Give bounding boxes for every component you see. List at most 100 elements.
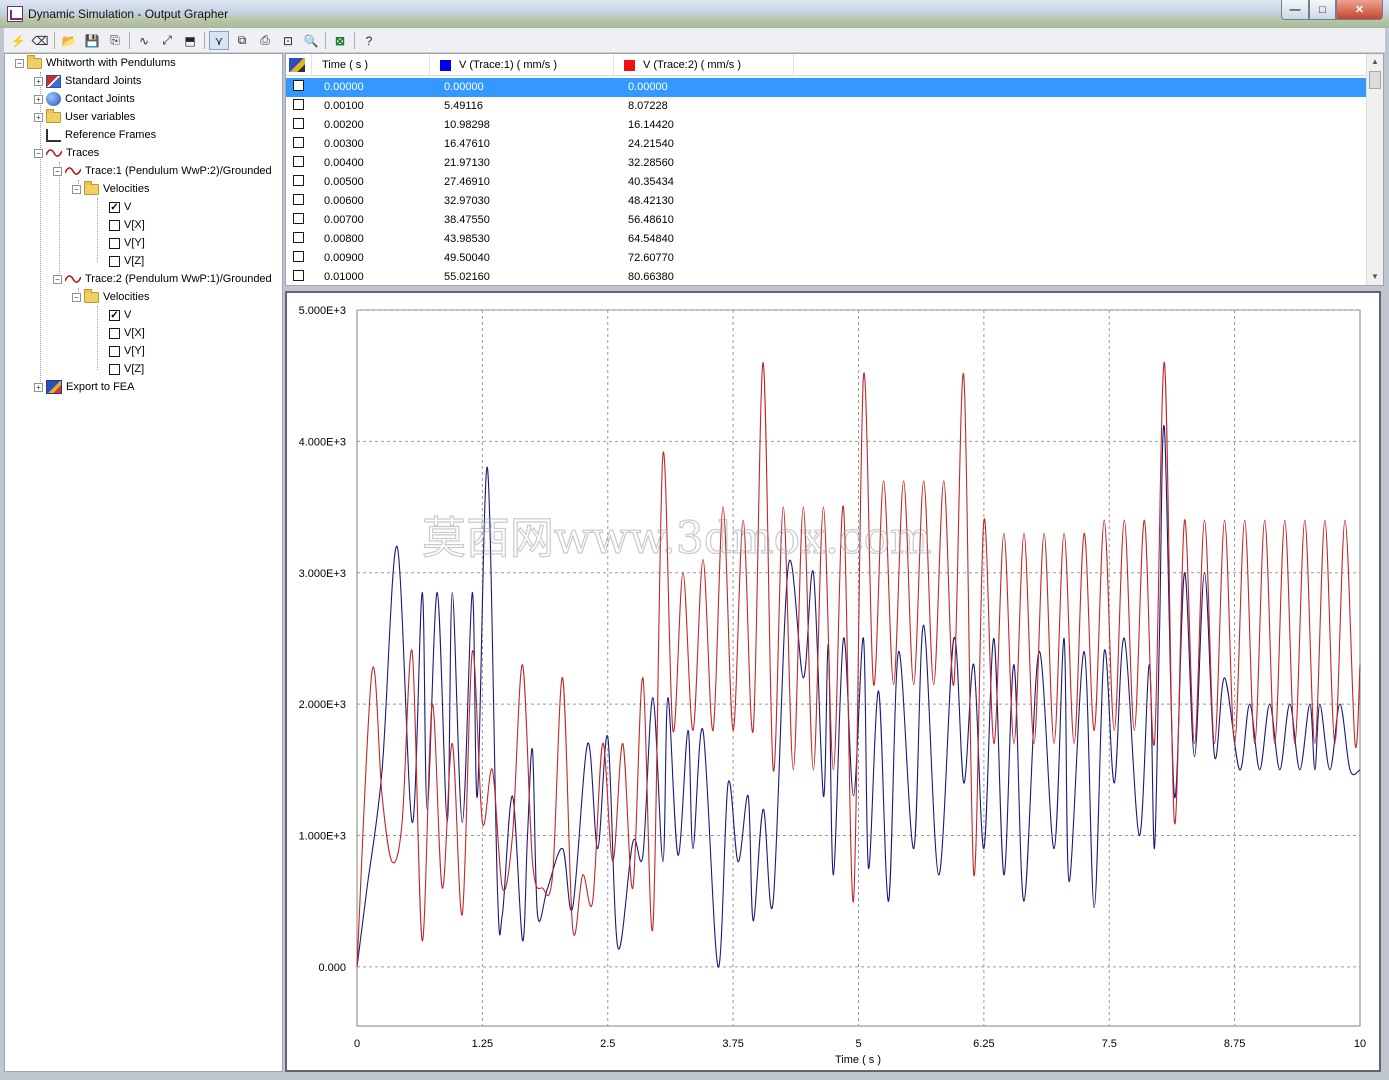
select-all-icon[interactable] bbox=[286, 54, 312, 76]
table-row[interactable]: 0.00800 43.98530 64.54840 bbox=[286, 230, 1366, 249]
trace2-value-cell: 64.54840 bbox=[628, 233, 674, 245]
collapse-icon[interactable]: − bbox=[53, 274, 62, 284]
app-icon bbox=[7, 6, 23, 22]
row-checkbox[interactable] bbox=[293, 137, 304, 148]
trace1-value-cell: 10.98298 bbox=[444, 119, 490, 131]
table-row[interactable]: 0.00300 16.47610 24.21540 bbox=[286, 135, 1366, 154]
tree-item-traces[interactable]: − Traces bbox=[34, 144, 99, 162]
row-checkbox[interactable] bbox=[293, 175, 304, 186]
table-row[interactable]: 0.00700 38.47550 56.48610 bbox=[286, 211, 1366, 230]
collapse-icon[interactable]: − bbox=[72, 184, 81, 194]
help-icon[interactable]: ? bbox=[359, 31, 379, 50]
column-header-time[interactable]: Time ( s ) bbox=[312, 54, 430, 76]
maximize-button[interactable]: □ bbox=[1309, 0, 1336, 20]
row-checkbox[interactable] bbox=[293, 156, 304, 167]
checkbox-checked[interactable]: ✓ bbox=[109, 201, 120, 213]
filter-icon[interactable]: ⋎ bbox=[209, 31, 229, 50]
table-row[interactable]: 0.00000 0.00000 0.00000 bbox=[286, 78, 1366, 97]
row-checkbox[interactable] bbox=[293, 194, 304, 205]
table-row[interactable]: 0.00500 27.46910 40.35434 bbox=[286, 173, 1366, 192]
zoom-fit-icon[interactable]: ⊡ bbox=[278, 31, 298, 50]
collapse-icon[interactable]: − bbox=[34, 148, 43, 158]
x-tick-label: 10 bbox=[1354, 1038, 1366, 1050]
expand-icon[interactable]: + bbox=[34, 112, 43, 122]
tree-item-trace1[interactable]: − Trace:1 (Pendulum WwP:2)/Grounded bbox=[53, 162, 272, 180]
collapse-icon[interactable]: − bbox=[72, 292, 81, 302]
table-row[interactable]: 0.00400 21.97130 32.28560 bbox=[286, 154, 1366, 173]
checkbox[interactable] bbox=[109, 237, 120, 249]
tree-item-reference-frames[interactable]: Reference Frames bbox=[46, 126, 156, 144]
column-header-trace1[interactable]: V (Trace:1) ( mm/s ) bbox=[430, 54, 614, 76]
tree-item-trace2-vz[interactable]: V[Z] bbox=[109, 360, 144, 378]
scrollbar-thumb[interactable] bbox=[1369, 71, 1381, 89]
minimize-button[interactable]: — bbox=[1281, 0, 1309, 20]
expand-icon[interactable]: + bbox=[34, 94, 43, 104]
tree-item-trace2[interactable]: − Trace:2 (Pendulum WwP:1)/Grounded bbox=[53, 270, 272, 288]
table-row[interactable]: 0.00900 49.50040 72.60770 bbox=[286, 249, 1366, 268]
x-tick-label: 1.25 bbox=[472, 1038, 493, 1050]
table-scrollbar[interactable]: ▲ ▼ bbox=[1366, 54, 1383, 285]
row-checkbox[interactable] bbox=[293, 251, 304, 262]
checkbox[interactable] bbox=[109, 363, 120, 375]
save-icon[interactable]: 💾 bbox=[82, 31, 102, 50]
tree-item-trace2-vy[interactable]: V[Y] bbox=[109, 342, 145, 360]
collapse-icon[interactable]: − bbox=[53, 166, 62, 176]
tree-item-root[interactable]: − Whitworth with Pendulums bbox=[15, 54, 176, 72]
export-fea-icon[interactable]: ⬒ bbox=[180, 31, 200, 50]
trace1-value-cell: 0.00000 bbox=[444, 81, 484, 93]
table-row[interactable]: 0.00100 5.49116 8.07228 bbox=[286, 97, 1366, 116]
row-checkbox[interactable] bbox=[293, 232, 304, 243]
checkbox[interactable] bbox=[109, 219, 120, 231]
close-button[interactable]: ✕ bbox=[1336, 0, 1383, 20]
trace2-value-cell: 40.35434 bbox=[628, 176, 674, 188]
title-bar: Dynamic Simulation - Output Grapher — □ … bbox=[0, 0, 1389, 28]
tree-item-trace1-vy[interactable]: V[Y] bbox=[109, 234, 145, 252]
tree-item-trace2-velocities[interactable]: − Velocities bbox=[72, 288, 149, 306]
add-point-icon[interactable]: ⤢ bbox=[157, 31, 177, 50]
tree-panel: − Whitworth with Pendulums + Standard Jo… bbox=[4, 53, 283, 1072]
y-tick-label: 5.000E+3 bbox=[299, 305, 346, 317]
folder-icon bbox=[84, 180, 99, 195]
expand-icon[interactable]: + bbox=[34, 382, 43, 392]
time-cell: 0.00000 bbox=[324, 81, 364, 93]
tree-item-standard-joints[interactable]: + Standard Joints bbox=[34, 72, 141, 90]
eraser-icon[interactable]: ⌫ bbox=[30, 31, 50, 50]
wand-icon[interactable]: ⚡ bbox=[8, 31, 28, 50]
tree-item-export-fea[interactable]: + Export to FEA bbox=[34, 378, 134, 396]
save-as-icon[interactable]: ⎘ bbox=[105, 31, 125, 50]
checkbox[interactable] bbox=[109, 345, 120, 357]
row-checkbox[interactable] bbox=[293, 213, 304, 224]
tree-item-trace1-v[interactable]: ✓ V bbox=[109, 198, 131, 216]
tree-item-trace2-v[interactable]: ✓ V bbox=[109, 306, 131, 324]
trace-icon[interactable]: ∿ bbox=[134, 31, 154, 50]
collapse-icon[interactable]: − bbox=[15, 58, 24, 68]
row-checkbox[interactable] bbox=[293, 80, 304, 91]
scroll-up-icon[interactable]: ▲ bbox=[1371, 57, 1379, 66]
velocity-chart[interactable]: 0 1.25 2.5 3.75 5 6.25 7.5 8.75 10 0.000 1.000E+3 2… bbox=[287, 293, 1379, 1070]
tree-item-trace1-vz[interactable]: V[Z] bbox=[109, 252, 144, 270]
print-icon[interactable]: ⎙ bbox=[255, 31, 275, 50]
column-header-trace2[interactable]: V (Trace:2) ( mm/s ) bbox=[614, 54, 794, 76]
scroll-down-icon[interactable]: ▼ bbox=[1371, 272, 1379, 281]
row-checkbox[interactable] bbox=[293, 99, 304, 110]
trace2-value-cell: 24.21540 bbox=[628, 138, 674, 150]
tree-item-trace1-velocities[interactable]: − Velocities bbox=[72, 180, 149, 198]
row-checkbox[interactable] bbox=[293, 118, 304, 129]
open-icon[interactable]: 📂 bbox=[59, 31, 79, 50]
copy-icon[interactable]: ⧉ bbox=[232, 31, 252, 50]
tree-item-trace2-vx[interactable]: V[X] bbox=[109, 324, 145, 342]
tree-item-trace1-vx[interactable]: V[X] bbox=[109, 216, 145, 234]
row-checkbox[interactable] bbox=[293, 270, 304, 281]
checkbox[interactable] bbox=[109, 255, 120, 267]
folder-icon bbox=[84, 288, 99, 303]
tree-item-user-variables[interactable]: + User variables bbox=[34, 108, 135, 126]
excel-icon[interactable]: ⊠ bbox=[330, 31, 350, 50]
tree-item-contact-joints[interactable]: + Contact Joints bbox=[34, 90, 135, 108]
table-row[interactable]: 0.00600 32.97030 48.42130 bbox=[286, 192, 1366, 211]
table-row[interactable]: 0.00200 10.98298 16.14420 bbox=[286, 116, 1366, 135]
expand-icon[interactable]: + bbox=[34, 76, 43, 86]
table-row[interactable]: 0.01000 55.02160 80.66380 bbox=[286, 268, 1366, 285]
zoom-icon[interactable]: 🔍 bbox=[301, 31, 321, 50]
checkbox-checked[interactable]: ✓ bbox=[109, 309, 120, 321]
checkbox[interactable] bbox=[109, 327, 120, 339]
